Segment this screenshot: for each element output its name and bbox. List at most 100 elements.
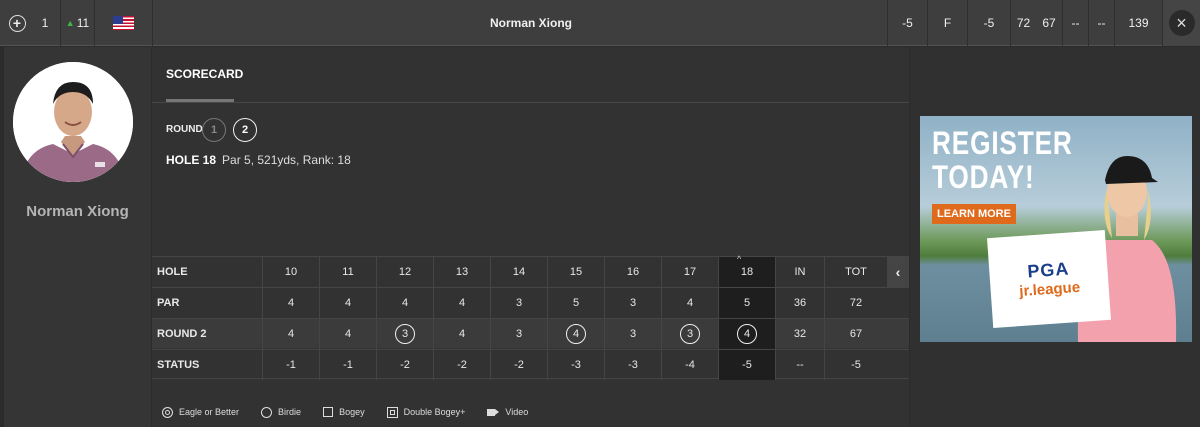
legend-label: Double Bogey+ xyxy=(403,407,466,417)
hole-cell-value: 14 xyxy=(512,266,526,278)
score-cell-value: 32 xyxy=(793,328,807,340)
hole-cell: 16 xyxy=(604,257,661,287)
hole-cell: 10 xyxy=(262,257,319,287)
legend-bogey: Bogey xyxy=(323,407,365,417)
scroll-left-button[interactable]: ‹ xyxy=(887,257,909,287)
par-cell-value: 5 xyxy=(743,297,751,309)
usa-flag-icon xyxy=(113,16,134,30)
stat-r2: 67 xyxy=(1042,16,1056,30)
par-cell: 3 xyxy=(490,288,547,318)
status-cell: -1 xyxy=(262,350,319,380)
hole-info: HOLE 18 Par 5, 521yds, Rank: 18 xyxy=(166,153,351,167)
birdie-score: 4 xyxy=(566,324,586,344)
par-cell-value: 72 xyxy=(849,297,863,309)
current-hole-caret-icon: ^ xyxy=(737,254,742,264)
par-cell-value: 4 xyxy=(287,297,295,309)
par-cell: 5 xyxy=(718,288,775,318)
par-cell: 4 xyxy=(262,288,319,318)
ad-column: REGISTER TODAY! LEARN MORE PGA jr.league xyxy=(910,47,1200,427)
hole-cell-value: 13 xyxy=(455,266,469,278)
par-cell: 5 xyxy=(547,288,604,318)
status-cell: -2 xyxy=(376,350,433,380)
ad-headline: REGISTER TODAY! xyxy=(932,126,1072,194)
score-cell-value: 4 xyxy=(458,328,466,340)
par-cell: 3 xyxy=(604,288,661,318)
learn-more-button[interactable]: LEARN MORE xyxy=(932,204,1016,224)
legend-label: Bogey xyxy=(339,407,365,417)
status-cell-value: -3 xyxy=(571,359,581,371)
par-cell: 36 xyxy=(775,288,824,318)
birdie-score: 3 xyxy=(395,324,415,344)
legend-label: Video xyxy=(505,407,529,417)
stat-r1: 72 xyxy=(1010,0,1036,46)
status-cell-value: -- xyxy=(796,359,804,371)
stat-r3: -- xyxy=(1062,0,1088,46)
status-cell-value: -2 xyxy=(514,359,524,371)
player-row[interactable]: + 1 ▲ 11 Norman Xiong -5 F -5 72 67 -- -… xyxy=(0,0,1200,46)
table-row-status: STATUS -1 -1 -2 -2 -2 -3 -3 -4 -5 -- -5 xyxy=(152,349,909,380)
scorecard-panel: SCORECARD ROUND 1 2 HOLE 18 Par 5, 521yds… xyxy=(152,47,909,427)
par-cell-value: 4 xyxy=(686,297,694,309)
round-1-button[interactable]: 1 xyxy=(202,118,226,142)
round-label: ROUND xyxy=(166,124,203,135)
hole-cell-value: 11 xyxy=(342,266,354,278)
expand-button[interactable]: + xyxy=(4,0,30,46)
hole-cell-value: 17 xyxy=(683,266,697,278)
score-cell: 67 xyxy=(824,319,887,349)
par-cell: 72 xyxy=(824,288,887,318)
score-cell: 4 xyxy=(319,319,376,349)
table-row-hole: HOLE ‹ 10 11 12 13 14 15 16 17 18 ^ IN TOT xyxy=(152,254,909,287)
hole-cell-value: 12 xyxy=(398,266,412,278)
legend-double-bogey: Double Bogey+ xyxy=(386,406,466,418)
tab-active-indicator xyxy=(166,99,234,102)
score-cell: 4 xyxy=(547,319,604,349)
ad-brand-jr-league: jr.league xyxy=(1018,278,1081,301)
hole-cell-value: 16 xyxy=(626,266,640,278)
double-bogey-icon xyxy=(386,406,398,418)
score-cell: 3 xyxy=(376,319,433,349)
par-cell-value: 3 xyxy=(515,297,523,309)
avatar xyxy=(13,62,133,182)
status-cell-value: -5 xyxy=(851,359,861,371)
hole-cell: 11 xyxy=(319,257,376,287)
player-profile: Norman Xiong xyxy=(4,47,151,427)
score-cell-value: 3 xyxy=(629,328,637,340)
par-cell: 4 xyxy=(319,288,376,318)
status-cell: -3 xyxy=(604,350,661,380)
ad-brand-pga: PGA xyxy=(1026,258,1071,282)
par-cell: 4 xyxy=(376,288,433,318)
hole-cell-value: TOT xyxy=(845,266,867,278)
score-cell: 4 xyxy=(718,319,775,349)
par-cell-value: 36 xyxy=(793,297,807,309)
position: 1 xyxy=(41,16,49,30)
tab-scorecard[interactable]: SCORECARD xyxy=(166,67,243,81)
legend-label: Eagle or Better xyxy=(179,407,240,417)
score-cell-value: 4 xyxy=(287,328,295,340)
close-button[interactable]: × xyxy=(1162,0,1200,46)
status-cell-value: -5 xyxy=(742,359,752,371)
eagle-icon xyxy=(162,406,173,418)
status-cell-value: -4 xyxy=(685,359,695,371)
pga-jr-league-ad[interactable]: REGISTER TODAY! LEARN MORE PGA jr.league xyxy=(920,116,1192,342)
hole-cell-value: 10 xyxy=(284,266,298,278)
score-cell-value: 3 xyxy=(515,328,523,340)
legend-label: Birdie xyxy=(278,407,302,417)
par-cell: 4 xyxy=(661,288,718,318)
par-cell-value: 4 xyxy=(458,297,466,309)
round-2-button[interactable]: 2 xyxy=(233,118,257,142)
movement: ▲ 11 xyxy=(60,0,94,46)
tab-bar: SCORECARD xyxy=(152,47,909,103)
status-cell: -5 xyxy=(824,350,887,380)
player-name[interactable]: Norman Xiong xyxy=(152,0,887,46)
par-cell-value: 5 xyxy=(572,297,580,309)
hole-cell: TOT xyxy=(824,257,887,287)
birdie-icon xyxy=(261,406,273,418)
status-cell: -2 xyxy=(490,350,547,380)
row-label: PAR xyxy=(157,297,180,309)
row-label: HOLE xyxy=(157,266,188,278)
hole-number: HOLE 18 xyxy=(166,153,217,167)
hole-cell: 12 xyxy=(376,257,433,287)
hole-cell: 15 xyxy=(547,257,604,287)
score-cell-value: 67 xyxy=(849,328,863,340)
par-cell-value: 4 xyxy=(344,297,352,309)
